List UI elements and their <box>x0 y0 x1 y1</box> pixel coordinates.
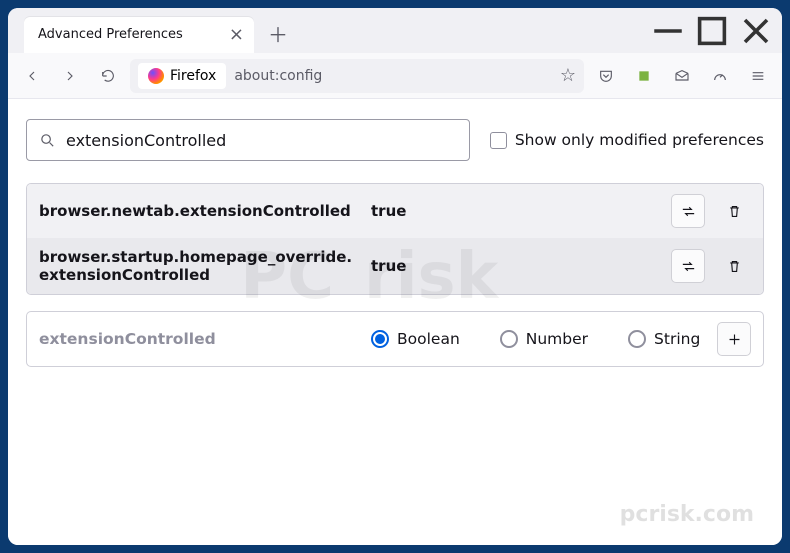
type-radios: Boolean Number String <box>371 330 705 348</box>
add-pref-row: extensionControlled Boolean Number Strin… <box>26 311 764 367</box>
minimize-button[interactable] <box>646 8 690 53</box>
search-input[interactable] <box>66 131 457 150</box>
delete-button[interactable] <box>717 194 751 228</box>
reload-button[interactable] <box>92 60 124 92</box>
radio-label: Boolean <box>397 330 460 348</box>
search-box[interactable] <box>26 119 470 161</box>
app-menu-button[interactable] <box>742 60 774 92</box>
address-bar[interactable]: Firefox about:config ☆ <box>130 59 584 93</box>
titlebar: Advanced Preferences × ＋ <box>8 8 782 53</box>
close-tab-icon[interactable]: × <box>229 26 244 44</box>
checkbox-icon <box>490 132 507 149</box>
firefox-icon <box>148 68 164 84</box>
window-controls <box>646 8 778 53</box>
add-button[interactable] <box>717 322 751 356</box>
toggle-button[interactable] <box>671 249 705 283</box>
pref-name: browser.startup.homepage_override.extens… <box>39 248 359 284</box>
extension-icon[interactable] <box>628 60 660 92</box>
search-row: Show only modified preferences <box>26 119 764 161</box>
browser-tab[interactable]: Advanced Preferences × <box>24 17 254 53</box>
inbox-icon[interactable] <box>666 60 698 92</box>
pref-value: true <box>371 202 659 220</box>
radio-icon <box>500 330 518 348</box>
preference-results: browser.newtab.extensionControlled true … <box>26 183 764 295</box>
pref-row: browser.startup.homepage_override.extens… <box>27 238 763 294</box>
back-button[interactable] <box>16 60 48 92</box>
new-tab-button[interactable]: ＋ <box>262 18 294 50</box>
type-number-radio[interactable]: Number <box>500 330 588 348</box>
pref-value: true <box>371 257 659 275</box>
close-window-button[interactable] <box>734 8 778 53</box>
bookmark-star-icon[interactable]: ☆ <box>560 65 576 86</box>
delete-button[interactable] <box>717 249 751 283</box>
navigation-toolbar: Firefox about:config ☆ <box>8 53 782 99</box>
checkbox-label: Show only modified preferences <box>515 131 764 149</box>
about-config-content: Show only modified preferences browser.n… <box>8 99 782 545</box>
type-boolean-radio[interactable]: Boolean <box>371 330 460 348</box>
pref-name: browser.newtab.extensionControlled <box>39 202 359 220</box>
tab-title: Advanced Preferences <box>38 27 183 42</box>
add-pref-name: extensionControlled <box>39 330 359 348</box>
radio-label: Number <box>526 330 588 348</box>
maximize-button[interactable] <box>690 8 734 53</box>
radio-icon <box>628 330 646 348</box>
pref-row: browser.newtab.extensionControlled true <box>27 184 763 238</box>
identity-box[interactable]: Firefox <box>138 63 226 89</box>
search-icon <box>39 132 56 149</box>
radio-label: String <box>654 330 700 348</box>
speed-icon[interactable] <box>704 60 736 92</box>
url-text: about:config <box>234 68 322 84</box>
forward-button[interactable] <box>54 60 86 92</box>
pocket-icon[interactable] <box>590 60 622 92</box>
show-modified-checkbox[interactable]: Show only modified preferences <box>490 131 764 149</box>
radio-icon <box>371 330 389 348</box>
identity-label: Firefox <box>170 68 216 84</box>
toggle-button[interactable] <box>671 194 705 228</box>
window: Advanced Preferences × ＋ Firefox about:c… <box>8 8 782 545</box>
type-string-radio[interactable]: String <box>628 330 700 348</box>
